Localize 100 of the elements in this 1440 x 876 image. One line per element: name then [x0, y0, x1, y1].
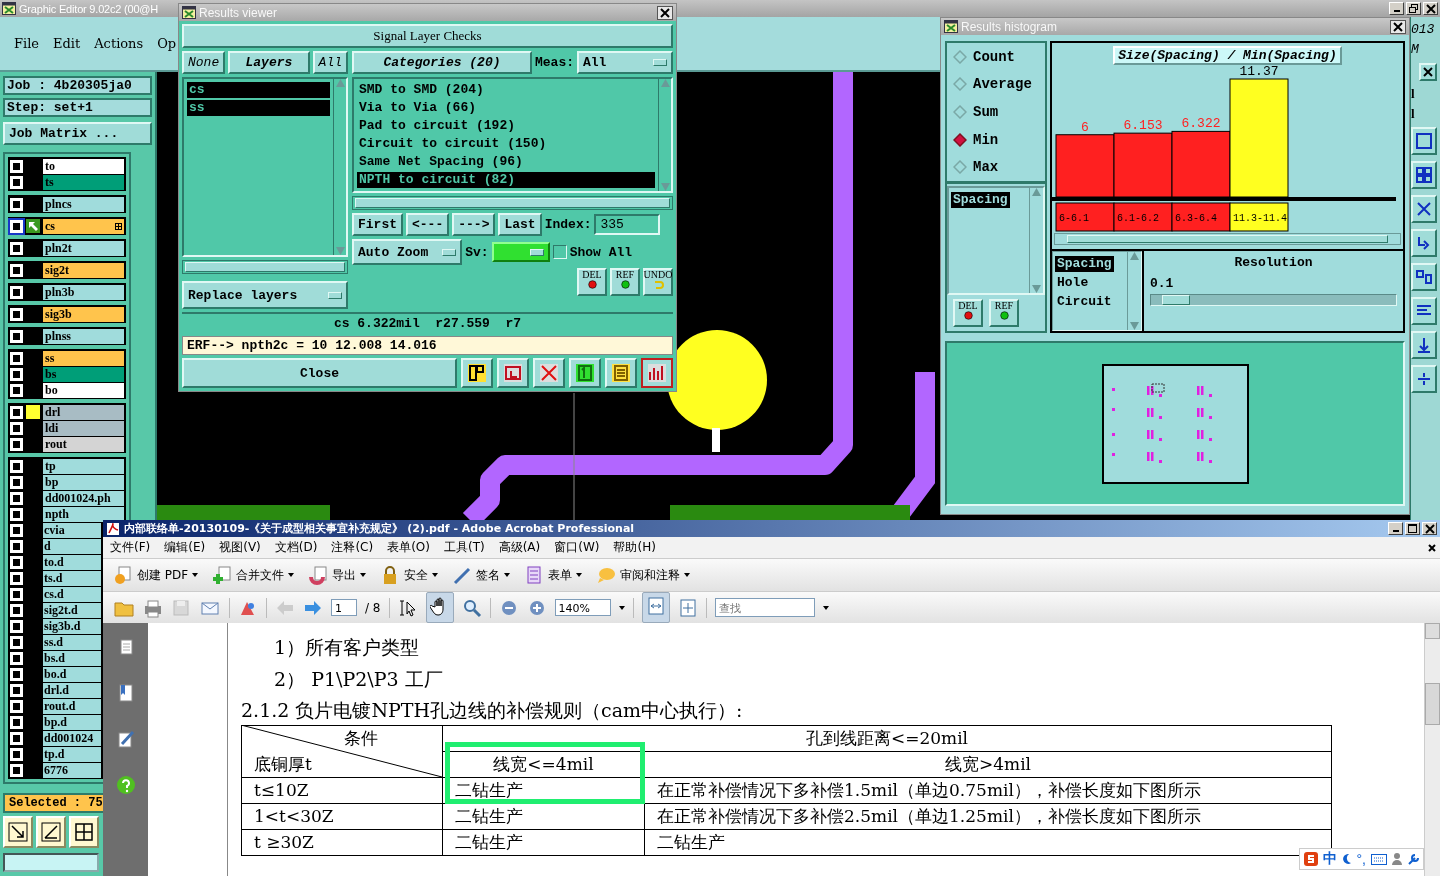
layer-name[interactable]: bs.d: [43, 650, 101, 666]
layer-checkbox[interactable]: [10, 587, 23, 601]
radio-button[interactable]: [953, 105, 967, 119]
slider-track[interactable]: [1150, 294, 1397, 306]
layer-name[interactable]: drl: [43, 404, 124, 420]
menu-item[interactable]: File: [14, 36, 40, 51]
layer-checkbox[interactable]: [10, 437, 23, 451]
layer-checkbox[interactable]: [10, 539, 23, 553]
menu-item[interactable]: Edit: [53, 36, 81, 51]
sv-color-dropdown[interactable]: [491, 242, 550, 262]
layer-checkbox[interactable]: [10, 475, 23, 489]
replace-mode-dropdown[interactable]: Replace layers: [182, 281, 348, 309]
layer-name[interactable]: cvia: [43, 522, 101, 538]
menu-item[interactable]: 帮助(H): [613, 539, 656, 556]
radio-button[interactable]: [953, 160, 967, 175]
menu-item[interactable]: Op: [157, 36, 177, 51]
nav-button[interactable]: <---: [406, 213, 450, 236]
mark-button[interactable]: REF: [989, 299, 1019, 327]
layer-checkbox[interactable]: [10, 367, 23, 381]
layer-name[interactable]: bo: [43, 382, 124, 398]
task-button[interactable]: 表单: [524, 565, 583, 585]
layer-checkbox[interactable]: [10, 635, 23, 649]
maximize-button[interactable]: [1405, 522, 1420, 535]
input-field[interactable]: [3, 853, 99, 872]
layer-name[interactable]: rout.d: [43, 698, 101, 714]
keyboard-icon[interactable]: [1371, 853, 1387, 865]
layer-checkbox[interactable]: [10, 307, 23, 321]
layer-name[interactable]: bp.d: [43, 714, 101, 730]
layer-checkbox[interactable]: [10, 667, 23, 681]
layer-name[interactable]: ts.d: [43, 570, 101, 586]
layer-checkbox[interactable]: [10, 747, 23, 761]
layer-name[interactable]: bo.d: [43, 666, 101, 682]
mark-button[interactable]: DEL: [953, 299, 983, 327]
task-button[interactable]: 审阅和注释: [596, 565, 691, 585]
menu-item[interactable]: 表单(O): [387, 539, 430, 556]
zoom-marquee-icon[interactable]: [461, 597, 482, 618]
layer-checkbox[interactable]: [10, 175, 23, 189]
layer-checkbox[interactable]: [10, 197, 23, 211]
moon-icon[interactable]: [1341, 853, 1352, 865]
layer-name[interactable]: bp: [43, 474, 124, 490]
category-list-item[interactable]: Circuit to circuit (150): [357, 136, 655, 152]
layer-name[interactable]: sig3b: [43, 306, 124, 322]
task-button[interactable]: 签名: [452, 565, 511, 585]
mark-button[interactable]: DEL: [577, 268, 607, 296]
measure-list-item[interactable]: Circuit: [1055, 294, 1114, 310]
layer-checkbox[interactable]: [10, 159, 23, 173]
layer-name[interactable]: dd001024: [43, 730, 101, 746]
category-list-item[interactable]: Same Net Spacing (96): [357, 154, 655, 170]
restore-button[interactable]: [1406, 2, 1421, 15]
meas-dropdown[interactable]: All: [577, 51, 673, 74]
layer-name[interactable]: ts: [43, 174, 124, 190]
layer-checkbox[interactable]: [10, 699, 23, 713]
task-button[interactable]: 创建 PDF: [113, 565, 199, 585]
radio-button[interactable]: [953, 49, 967, 64]
minimize-button[interactable]: [1388, 522, 1403, 535]
layer-checkbox[interactable]: [10, 763, 23, 777]
layer-name[interactable]: d: [43, 538, 101, 554]
measure-list-item[interactable]: Spacing: [1055, 256, 1114, 272]
menu-item[interactable]: Actions: [94, 36, 144, 51]
task-button[interactable]: 安全: [380, 565, 439, 585]
menu-item[interactable]: 文件(F): [110, 539, 151, 556]
checkbox[interactable]: [552, 245, 567, 259]
layer-checkbox[interactable]: [10, 459, 23, 473]
help-icon[interactable]: [115, 775, 136, 795]
layer-name[interactable]: plncs: [43, 196, 124, 212]
radio-button[interactable]: [953, 77, 967, 92]
scrollbar[interactable]: [182, 260, 348, 274]
text-select-icon[interactable]: [397, 597, 418, 618]
layer-name[interactable]: bs: [43, 366, 124, 382]
layer-name[interactable]: 6776: [43, 762, 101, 778]
layer-checkbox[interactable]: [10, 619, 23, 633]
layer-name[interactable]: cs: [43, 218, 124, 234]
layer-name[interactable]: pln2t: [43, 240, 124, 256]
layer-checkbox[interactable]: [10, 405, 23, 419]
layer-checkbox[interactable]: [10, 731, 23, 745]
layer-name[interactable]: ss.d: [43, 634, 101, 650]
pen-icon[interactable]: [115, 729, 136, 749]
layer-name[interactable]: tp: [43, 458, 124, 474]
scrollbar[interactable]: [352, 196, 673, 210]
zoom-field[interactable]: 140%: [554, 599, 611, 616]
category-list-item[interactable]: SMD to SMD (204): [357, 82, 655, 98]
ime-punctuation[interactable]: °,: [1356, 851, 1366, 867]
layer-name[interactable]: ldi: [43, 420, 124, 436]
layer-filter-button[interactable]: All: [312, 51, 348, 74]
close-button[interactable]: [1390, 19, 1406, 34]
search-field[interactable]: 查找: [714, 598, 815, 617]
layer-name[interactable]: ss: [43, 350, 124, 366]
fit-width-icon[interactable]: [645, 596, 666, 616]
menu-item[interactable]: 窗口(W): [554, 539, 600, 556]
menu-item[interactable]: 高级(A): [498, 539, 541, 556]
layer-checkbox[interactable]: [10, 219, 23, 233]
layer-name[interactable]: cs.d: [43, 586, 101, 602]
nav-button[interactable]: First: [352, 213, 403, 236]
menu-item[interactable]: 编辑(E): [164, 539, 206, 556]
layer-name[interactable]: npth: [43, 506, 124, 522]
layer-name[interactable]: to.d: [43, 554, 101, 570]
page-field[interactable]: 1: [331, 599, 357, 616]
layer-name[interactable]: sig2t.d: [43, 602, 101, 618]
zoom-mode-dropdown[interactable]: Auto Zoom: [352, 239, 463, 265]
category-list-item[interactable]: Via to Via (66): [357, 100, 655, 116]
